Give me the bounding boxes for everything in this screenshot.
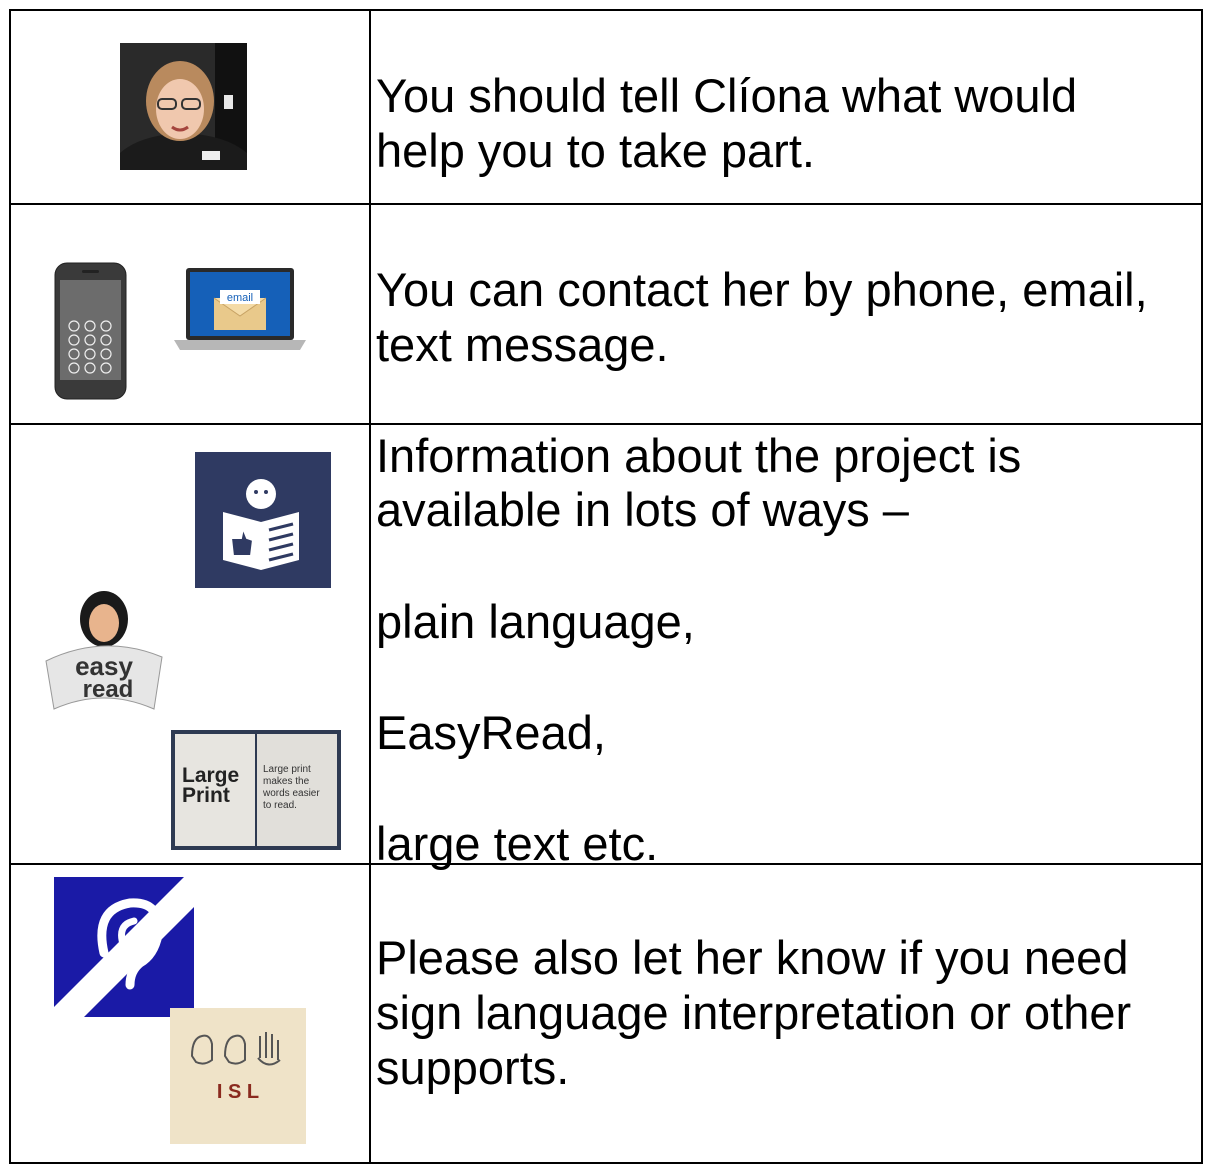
large-print-body: Large print	[263, 764, 311, 775]
text-line: text message.	[376, 318, 669, 371]
smartphone-icon	[54, 262, 127, 400]
column-divider	[369, 11, 371, 1162]
text-line: Please also let her know if you need	[376, 931, 1129, 984]
text-line: sign language interpretation or other	[376, 986, 1132, 1039]
large-print-title: Print	[182, 784, 230, 807]
large-print-body: to read.	[263, 800, 297, 811]
text-line: available in lots of ways –	[376, 483, 909, 536]
hearing-loop-icon	[54, 877, 194, 1017]
text-line: You should tell Clíona what would	[376, 69, 1078, 122]
large-print-book-icon: Large Print Large print makes the words …	[171, 730, 341, 850]
plain-language-reader-icon	[195, 452, 331, 588]
laptop-email-icon: email	[174, 268, 306, 350]
large-print-body: words easier	[262, 788, 320, 799]
easy-read-sign-icon: easy read	[45, 591, 163, 710]
portrait-photo	[120, 43, 247, 170]
email-label: email	[227, 292, 253, 304]
text-line: EasyRead,	[376, 706, 606, 759]
text-line: supports.	[376, 1041, 570, 1094]
row-divider	[11, 203, 1201, 205]
text-line: help you to take part.	[376, 124, 815, 177]
isl-icon: I S L	[170, 1008, 306, 1144]
text-line: Information about the project is	[376, 429, 1022, 482]
row-2-text: You can contact her by phone, email, tex…	[376, 262, 1197, 372]
text-line: plain language,	[376, 595, 695, 648]
text-line: large text etc.	[376, 817, 659, 870]
large-print-body: makes the	[263, 776, 310, 787]
isl-label: I S L	[217, 1081, 259, 1103]
row-4-text: Please also let her know if you need sig…	[376, 930, 1197, 1095]
row-1-text: You should tell Clíona what would help y…	[376, 68, 1197, 178]
read-label: read	[83, 676, 134, 703]
row-divider	[11, 423, 1201, 425]
text-line: You can contact her by phone, email,	[376, 263, 1148, 316]
